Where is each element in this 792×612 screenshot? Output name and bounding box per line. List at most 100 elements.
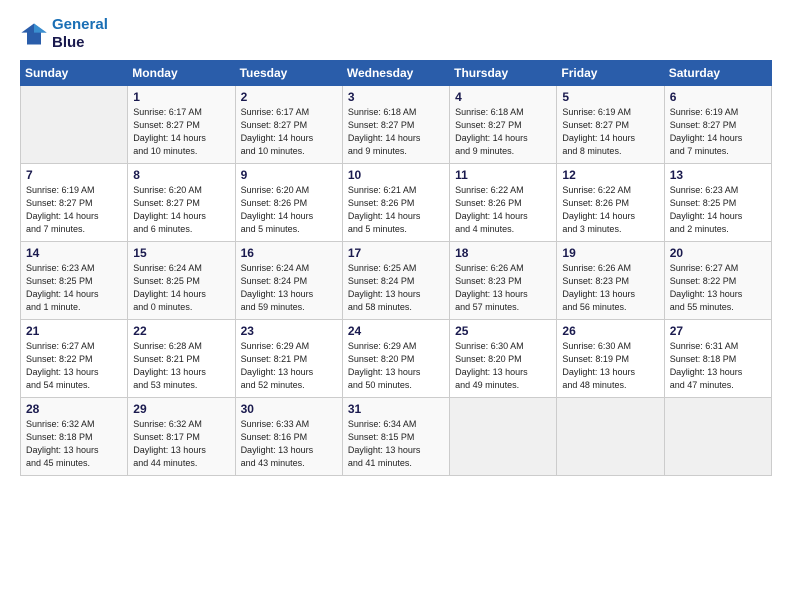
calendar-cell: 18 Sunrise: 6:26 AM Sunset: 8:23 PM Dayli… [450,242,557,320]
day-info: Sunrise: 6:17 AM Sunset: 8:27 PM Dayligh… [241,106,337,158]
day-number: 14 [26,246,122,260]
day-number: 12 [562,168,658,182]
header: General Blue [20,16,772,52]
day-number: 8 [133,168,229,182]
calendar-week-row: 14 Sunrise: 6:23 AM Sunset: 8:25 PM Dayli… [21,242,772,320]
calendar-cell: 2 Sunrise: 6:17 AM Sunset: 8:27 PM Daylig… [235,86,342,164]
day-info: Sunrise: 6:31 AM Sunset: 8:18 PM Dayligh… [670,340,766,392]
calendar-cell: 27Sunrise: 6:31 AM Sunset: 8:18 PM Dayli… [664,320,771,398]
day-number: 22 [133,324,229,338]
day-info: Sunrise: 6:27 AM Sunset: 8:22 PM Dayligh… [26,340,122,392]
day-number: 3 [348,90,444,104]
calendar-week-row: 28 Sunrise: 6:32 AM Sunset: 8:18 PM Dayli… [21,398,772,476]
day-number: 20 [670,246,766,260]
calendar-cell: 14 Sunrise: 6:23 AM Sunset: 8:25 PM Dayli… [21,242,128,320]
day-number: 17 [348,246,444,260]
day-info: Sunrise: 6:32 AM Sunset: 8:17 PM Dayligh… [133,418,229,470]
page: General Blue SundayMondayTuesdayWednesda… [0,0,792,612]
day-number: 25 [455,324,551,338]
day-info: Sunrise: 6:29 AM Sunset: 8:20 PM Dayligh… [348,340,444,392]
day-info: Sunrise: 6:28 AM Sunset: 8:21 PM Dayligh… [133,340,229,392]
calendar-cell: 31Sunrise: 6:34 AM Sunset: 8:15 PM Dayli… [342,398,449,476]
day-info: Sunrise: 6:25 AM Sunset: 8:24 PM Dayligh… [348,262,444,314]
day-number: 5 [562,90,658,104]
day-number: 7 [26,168,122,182]
day-number: 9 [241,168,337,182]
day-info: Sunrise: 6:21 AM Sunset: 8:26 PM Dayligh… [348,184,444,236]
calendar-cell [557,398,664,476]
day-info: Sunrise: 6:33 AM Sunset: 8:16 PM Dayligh… [241,418,337,470]
logo-icon [20,20,48,48]
day-info: Sunrise: 6:24 AM Sunset: 8:24 PM Dayligh… [241,262,337,314]
day-number: 18 [455,246,551,260]
day-of-week-header: Wednesday [342,61,449,86]
calendar-table: SundayMondayTuesdayWednesdayThursdayFrid… [20,60,772,476]
calendar-cell: 30 Sunrise: 6:33 AM Sunset: 8:16 PM Dayli… [235,398,342,476]
calendar-cell: 8 Sunrise: 6:20 AM Sunset: 8:27 PM Daylig… [128,164,235,242]
day-number: 24 [348,324,444,338]
day-info: Sunrise: 6:23 AM Sunset: 8:25 PM Dayligh… [26,262,122,314]
day-number: 28 [26,402,122,416]
calendar-cell: 11 Sunrise: 6:22 AM Sunset: 8:26 PM Dayli… [450,164,557,242]
day-info: Sunrise: 6:19 AM Sunset: 8:27 PM Dayligh… [670,106,766,158]
calendar-cell [21,86,128,164]
calendar-cell: 29 Sunrise: 6:32 AM Sunset: 8:17 PM Dayli… [128,398,235,476]
calendar-week-row: 21 Sunrise: 6:27 AM Sunset: 8:22 PM Dayli… [21,320,772,398]
day-info: Sunrise: 6:23 AM Sunset: 8:25 PM Dayligh… [670,184,766,236]
day-info: Sunrise: 6:30 AM Sunset: 8:19 PM Dayligh… [562,340,658,392]
day-number: 26 [562,324,658,338]
calendar-cell: 5Sunrise: 6:19 AM Sunset: 8:27 PM Daylig… [557,86,664,164]
calendar-cell: 26 Sunrise: 6:30 AM Sunset: 8:19 PM Dayli… [557,320,664,398]
calendar-cell: 21 Sunrise: 6:27 AM Sunset: 8:22 PM Dayli… [21,320,128,398]
day-info: Sunrise: 6:20 AM Sunset: 8:26 PM Dayligh… [241,184,337,236]
day-number: 1 [133,90,229,104]
day-info: Sunrise: 6:26 AM Sunset: 8:23 PM Dayligh… [562,262,658,314]
day-number: 2 [241,90,337,104]
calendar-cell: 16 Sunrise: 6:24 AM Sunset: 8:24 PM Dayli… [235,242,342,320]
day-number: 21 [26,324,122,338]
calendar-header-row: SundayMondayTuesdayWednesdayThursdayFrid… [21,61,772,86]
calendar-cell [450,398,557,476]
day-number: 11 [455,168,551,182]
day-info: Sunrise: 6:20 AM Sunset: 8:27 PM Dayligh… [133,184,229,236]
calendar-cell: 13 Sunrise: 6:23 AM Sunset: 8:25 PM Dayli… [664,164,771,242]
day-info: Sunrise: 6:30 AM Sunset: 8:20 PM Dayligh… [455,340,551,392]
calendar-cell: 15Sunrise: 6:24 AM Sunset: 8:25 PM Dayli… [128,242,235,320]
day-number: 13 [670,168,766,182]
calendar-cell: 10Sunrise: 6:21 AM Sunset: 8:26 PM Dayli… [342,164,449,242]
day-of-week-header: Thursday [450,61,557,86]
day-number: 31 [348,402,444,416]
day-info: Sunrise: 6:22 AM Sunset: 8:26 PM Dayligh… [455,184,551,236]
calendar-cell: 23 Sunrise: 6:29 AM Sunset: 8:21 PM Dayli… [235,320,342,398]
calendar-cell: 4 Sunrise: 6:18 AM Sunset: 8:27 PM Daylig… [450,86,557,164]
day-info: Sunrise: 6:32 AM Sunset: 8:18 PM Dayligh… [26,418,122,470]
calendar-cell: 28 Sunrise: 6:32 AM Sunset: 8:18 PM Dayli… [21,398,128,476]
calendar-cell: 19Sunrise: 6:26 AM Sunset: 8:23 PM Dayli… [557,242,664,320]
day-of-week-header: Monday [128,61,235,86]
calendar-cell: 22 Sunrise: 6:28 AM Sunset: 8:21 PM Dayli… [128,320,235,398]
calendar-cell: 6 Sunrise: 6:19 AM Sunset: 8:27 PM Daylig… [664,86,771,164]
calendar-week-row: 1 Sunrise: 6:17 AM Sunset: 8:27 PM Daylig… [21,86,772,164]
calendar-cell: 3Sunrise: 6:18 AM Sunset: 8:27 PM Daylig… [342,86,449,164]
day-info: Sunrise: 6:24 AM Sunset: 8:25 PM Dayligh… [133,262,229,314]
day-info: Sunrise: 6:29 AM Sunset: 8:21 PM Dayligh… [241,340,337,392]
calendar-cell: 1Sunrise: 6:17 AM Sunset: 8:27 PM Daylig… [128,86,235,164]
day-of-week-header: Saturday [664,61,771,86]
day-info: Sunrise: 6:26 AM Sunset: 8:23 PM Dayligh… [455,262,551,314]
calendar-cell: 24 Sunrise: 6:29 AM Sunset: 8:20 PM Dayli… [342,320,449,398]
day-number: 6 [670,90,766,104]
day-number: 29 [133,402,229,416]
calendar-cell: 12Sunrise: 6:22 AM Sunset: 8:26 PM Dayli… [557,164,664,242]
logo: General Blue [20,16,108,52]
calendar-cell: 7Sunrise: 6:19 AM Sunset: 8:27 PM Daylig… [21,164,128,242]
day-number: 30 [241,402,337,416]
calendar-cell: 25 Sunrise: 6:30 AM Sunset: 8:20 PM Dayli… [450,320,557,398]
calendar-cell: 20 Sunrise: 6:27 AM Sunset: 8:22 PM Dayli… [664,242,771,320]
day-number: 23 [241,324,337,338]
day-number: 4 [455,90,551,104]
day-number: 16 [241,246,337,260]
day-info: Sunrise: 6:27 AM Sunset: 8:22 PM Dayligh… [670,262,766,314]
calendar-cell: 17 Sunrise: 6:25 AM Sunset: 8:24 PM Dayli… [342,242,449,320]
day-of-week-header: Sunday [21,61,128,86]
day-info: Sunrise: 6:18 AM Sunset: 8:27 PM Dayligh… [455,106,551,158]
